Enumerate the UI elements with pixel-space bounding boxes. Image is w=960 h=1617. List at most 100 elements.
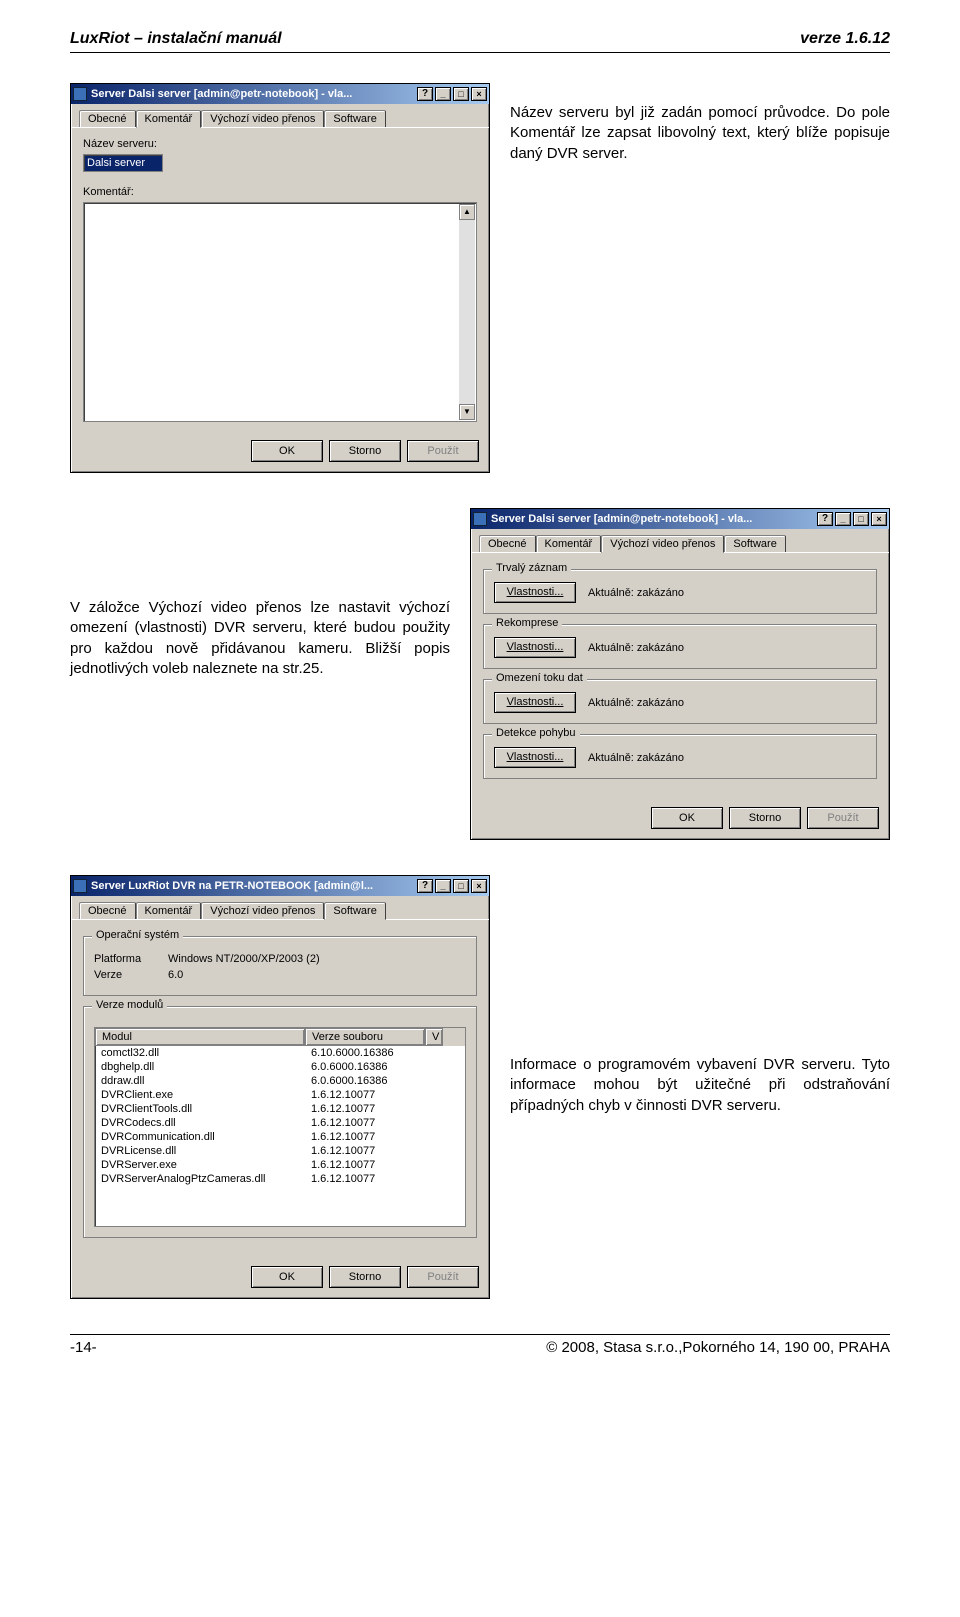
cancel-button[interactable]: Storno — [329, 1266, 401, 1288]
maximize-button[interactable]: □ — [853, 512, 869, 526]
col-file-version[interactable]: Verze souboru — [305, 1028, 425, 1046]
module-version: 6.0.6000.16386 — [305, 1075, 425, 1087]
scroll-up-icon[interactable]: ▲ — [459, 204, 475, 220]
maximize-button[interactable]: □ — [453, 87, 469, 101]
footer-left: -14- — [70, 1339, 97, 1356]
help-button[interactable]: ? — [817, 512, 833, 526]
app-icon — [473, 512, 487, 526]
tab-vychozi[interactable]: Výchozí video přenos — [601, 535, 724, 553]
label-server-name: Název serveru: — [83, 138, 477, 150]
window-komentar: Server Dalsi server [admin@petr-notebook… — [70, 83, 490, 473]
properties-button[interactable]: Vlastnosti... — [494, 582, 576, 603]
cancel-button[interactable]: Storno — [329, 440, 401, 462]
ok-button[interactable]: OK — [651, 807, 723, 829]
module-name: DVRServerAnalogPtzCameras.dll — [95, 1173, 305, 1185]
titlebar[interactable]: Server Dalsi server [admin@petr-notebook… — [471, 509, 889, 529]
ok-button[interactable]: OK — [251, 1266, 323, 1288]
table-row[interactable]: ddraw.dll6.0.6000.16386 — [95, 1074, 465, 1088]
maximize-button[interactable]: □ — [453, 879, 469, 893]
tab-obecne[interactable]: Obecné — [479, 535, 536, 552]
close-button[interactable]: × — [471, 87, 487, 101]
page-footer: -14- © 2008, Stasa s.r.o.,Pokorného 14, … — [70, 1335, 890, 1356]
table-row[interactable]: DVRClientTools.dll1.6.12.10077 — [95, 1102, 465, 1116]
group-os: Operační systém Platforma Windows NT/200… — [83, 936, 477, 996]
col-v[interactable]: V — [425, 1028, 443, 1046]
minimize-button[interactable]: _ — [435, 87, 451, 101]
desc-section1: Název serveru byl již zadán pomocí průvo… — [510, 83, 890, 164]
server-name-input[interactable]: Dalsi server — [83, 154, 163, 172]
properties-button[interactable]: Vlastnosti... — [494, 747, 576, 768]
version-label: Verze — [94, 969, 154, 981]
close-button[interactable]: × — [871, 512, 887, 526]
group-title: Omezení toku dat — [492, 672, 587, 684]
server-name-value: Dalsi server — [87, 157, 145, 169]
titlebar[interactable]: Server Dalsi server [admin@petr-notebook… — [71, 84, 489, 104]
properties-button[interactable]: Vlastnosti... — [494, 637, 576, 658]
window-title: Server LuxRiot DVR na PETR-NOTEBOOK [adm… — [91, 880, 417, 892]
module-name: DVRCodecs.dll — [95, 1117, 305, 1129]
apply-button[interactable]: Použít — [807, 807, 879, 829]
minimize-button[interactable]: _ — [435, 879, 451, 893]
help-button[interactable]: ? — [417, 87, 433, 101]
tab-row: Obecné Komentář Výchozí video přenos Sof… — [71, 104, 489, 128]
table-row[interactable]: DVRClient.exe1.6.12.10077 — [95, 1088, 465, 1102]
group-2: Omezení toku datVlastnosti...Aktuálně: z… — [483, 679, 877, 724]
platform-label: Platforma — [94, 953, 154, 965]
table-row[interactable]: DVRCodecs.dll1.6.12.10077 — [95, 1116, 465, 1130]
properties-button[interactable]: Vlastnosti... — [494, 692, 576, 713]
ok-button[interactable]: OK — [251, 440, 323, 462]
table-row[interactable]: DVRCommunication.dll1.6.12.10077 — [95, 1130, 465, 1144]
close-button[interactable]: × — [471, 879, 487, 893]
modules-listview[interactable]: Modul Verze souboru V comctl32.dll6.10.6… — [94, 1027, 466, 1227]
tab-row: Obecné Komentář Výchozí video přenos Sof… — [471, 529, 889, 553]
tab-obecne[interactable]: Obecné — [79, 902, 136, 919]
group-modules-title: Verze modulů — [92, 999, 167, 1011]
app-icon — [73, 87, 87, 101]
tab-komentar[interactable]: Komentář — [536, 535, 602, 552]
tab-software[interactable]: Software — [724, 535, 785, 552]
tab-software[interactable]: Software — [324, 902, 385, 920]
module-version: 1.6.12.10077 — [305, 1145, 425, 1157]
table-row[interactable]: DVRServerAnalogPtzCameras.dll1.6.12.1007… — [95, 1172, 465, 1186]
table-row[interactable]: DVRServer.exe1.6.12.10077 — [95, 1158, 465, 1172]
module-version: 1.6.12.10077 — [305, 1159, 425, 1171]
group-title: Detekce pohybu — [492, 727, 580, 739]
group-title: Rekomprese — [492, 617, 562, 629]
module-version: 6.10.6000.16386 — [305, 1047, 425, 1059]
cancel-button[interactable]: Storno — [729, 807, 801, 829]
window-software: Server LuxRiot DVR na PETR-NOTEBOOK [adm… — [70, 875, 490, 1299]
module-name: DVRLicense.dll — [95, 1145, 305, 1157]
help-button[interactable]: ? — [417, 879, 433, 893]
window-title: Server Dalsi server [admin@petr-notebook… — [91, 88, 417, 100]
page-header: LuxRiot – instalační manuál verze 1.6.12 — [70, 30, 890, 48]
module-version: 1.6.12.10077 — [305, 1173, 425, 1185]
tab-vychozi[interactable]: Výchozí video přenos — [201, 902, 324, 919]
col-module[interactable]: Modul — [95, 1028, 305, 1046]
tab-komentar[interactable]: Komentář — [136, 902, 202, 919]
label-comment: Komentář: — [83, 186, 477, 198]
tab-vychozi[interactable]: Výchozí video přenos — [201, 110, 324, 127]
minimize-button[interactable]: _ — [835, 512, 851, 526]
table-row[interactable]: DVRLicense.dll1.6.12.10077 — [95, 1144, 465, 1158]
apply-button[interactable]: Použít — [407, 440, 479, 462]
module-name: ddraw.dll — [95, 1075, 305, 1087]
tab-software[interactable]: Software — [324, 110, 385, 127]
module-name: DVRClientTools.dll — [95, 1103, 305, 1115]
scrollbar[interactable]: ▲ ▼ — [459, 204, 475, 420]
window-title: Server Dalsi server [admin@petr-notebook… — [491, 513, 817, 525]
group-modules: Verze modulů Modul Verze souboru V comct… — [83, 1006, 477, 1238]
titlebar[interactable]: Server LuxRiot DVR na PETR-NOTEBOOK [adm… — [71, 876, 489, 896]
table-row[interactable]: dbghelp.dll6.0.6000.16386 — [95, 1060, 465, 1074]
group-0: Trvalý záznamVlastnosti...Aktuálně: zaká… — [483, 569, 877, 614]
desc-section2: V záložce Výchozí video přenos lze nasta… — [70, 508, 450, 679]
scroll-down-icon[interactable]: ▼ — [459, 404, 475, 420]
status-label: Aktuálně: zakázáno — [588, 697, 684, 709]
group-1: RekompreseVlastnosti...Aktuálně: zakázán… — [483, 624, 877, 669]
desc-section3: Informace o programovém vybavení DVR ser… — [510, 875, 890, 1116]
table-row[interactable]: comctl32.dll6.10.6000.16386 — [95, 1046, 465, 1060]
tab-komentar[interactable]: Komentář — [136, 110, 202, 128]
apply-button[interactable]: Použít — [407, 1266, 479, 1288]
tab-obecne[interactable]: Obecné — [79, 110, 136, 127]
module-name: DVRCommunication.dll — [95, 1131, 305, 1143]
comment-textarea[interactable]: ▲ ▼ — [83, 202, 477, 422]
